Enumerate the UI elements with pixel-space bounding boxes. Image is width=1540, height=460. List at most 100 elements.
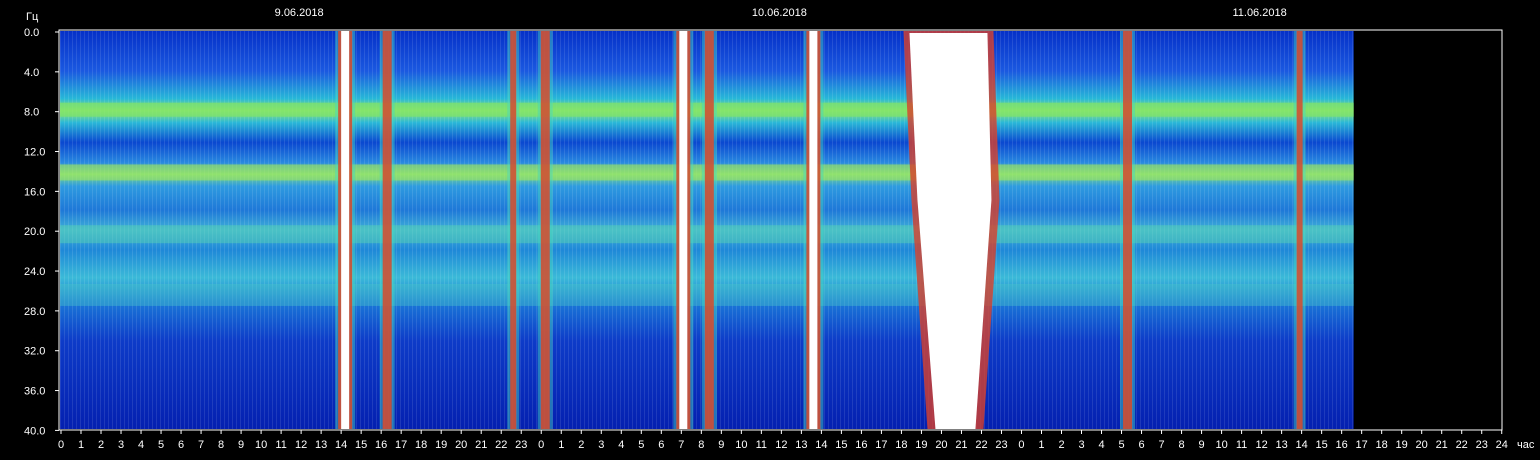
disturbance-core — [341, 31, 350, 429]
x-tick-label: 5 — [158, 439, 164, 451]
y-tick-label: 40.0 — [24, 425, 45, 437]
x-tick-label: 1 — [78, 439, 84, 451]
x-tick-label: 23 — [515, 439, 527, 451]
disturbance-4 — [673, 31, 694, 429]
disturbance-edge — [540, 31, 550, 429]
date-label: 10.06.2018 — [752, 7, 807, 19]
x-tick-label: 16 — [1336, 439, 1348, 451]
x-tick-label: 13 — [315, 439, 327, 451]
x-tick-label: 8 — [1178, 439, 1184, 451]
x-tick-label: 19 — [1396, 439, 1408, 451]
x-tick-label: 0 — [58, 439, 64, 451]
x-tick-label: 14 — [1295, 439, 1307, 451]
x-tick-label: 2 — [98, 439, 104, 451]
x-tick-label: 0 — [1018, 439, 1024, 451]
disturbance-3 — [537, 31, 553, 429]
disturbance-5 — [701, 31, 717, 429]
x-tick-label: 10 — [1215, 439, 1227, 451]
x-tick-label: 11 — [1236, 439, 1247, 451]
disturbance-core — [679, 31, 688, 429]
disturbance-core — [809, 31, 818, 429]
x-tick-label: 20 — [1416, 439, 1428, 451]
x-tick-label: 21 — [1436, 439, 1448, 451]
y-tick-label: 12.0 — [24, 147, 45, 159]
x-tick-label: 1 — [558, 439, 564, 451]
date-label: 11.06.2018 — [1232, 7, 1286, 19]
y-tick-label: 24.0 — [24, 266, 45, 278]
x-tick-label: 12 — [775, 439, 787, 451]
x-tick-label: 3 — [118, 439, 124, 451]
x-tick-label: 24 — [1496, 439, 1508, 451]
x-tick-label: 0 — [538, 439, 544, 451]
y-tick-label: 32.0 — [24, 346, 45, 358]
y-axis-label: Гц — [26, 11, 39, 23]
x-tick-label: 2 — [578, 439, 584, 451]
x-tick-label: 15 — [1316, 439, 1328, 451]
y-tick-label: 28.0 — [24, 306, 45, 318]
y-tick-label: 20.0 — [24, 226, 45, 238]
disturbance-edge — [1123, 31, 1133, 429]
x-tick-label: 3 — [598, 439, 604, 451]
disturbance-edge — [1296, 31, 1303, 429]
disturbance-1 — [379, 31, 395, 429]
x-tick-label: 21 — [955, 439, 967, 451]
disturbance-0 — [335, 31, 356, 429]
x-tick-label: 19 — [435, 439, 447, 451]
disturbance-edge — [704, 31, 714, 429]
x-tick-label: 17 — [395, 439, 407, 451]
x-tick-label: 15 — [835, 439, 847, 451]
x-tick-label: 20 — [455, 439, 467, 451]
x-tick-label: 5 — [638, 439, 644, 451]
x-tick-label: 22 — [975, 439, 987, 451]
x-tick-label: 7 — [678, 439, 684, 451]
x-tick-label: 14 — [335, 439, 347, 451]
x-tick-label: 18 — [895, 439, 907, 451]
x-tick-label: 2 — [1058, 439, 1064, 451]
x-tick-label: 15 — [355, 439, 367, 451]
x-tick-label: 17 — [875, 439, 887, 451]
disturbance-9 — [1293, 31, 1306, 429]
x-tick-label: 13 — [795, 439, 807, 451]
y-tick-label: 4.0 — [24, 67, 39, 79]
x-tick-label: 6 — [1138, 439, 1144, 451]
y-tick-label: 8.0 — [24, 107, 39, 119]
x-tick-label: 22 — [495, 439, 507, 451]
y-tick-label: 36.0 — [24, 386, 45, 398]
spectrogram-chart: 0.0 4.0 8.0 12.0 16.0 20.0 24.0 28.0 32.0 36.0 40.… — [24, 7, 1535, 451]
x-tick-label: 12 — [1255, 439, 1267, 451]
x-tick-label: 18 — [415, 439, 427, 451]
disturbance-edge — [382, 31, 392, 429]
x-tick-label: 14 — [815, 439, 827, 451]
x-tick-label: 7 — [198, 439, 204, 451]
disturbance-6 — [803, 31, 824, 429]
y-tick-label: 16.0 — [24, 186, 45, 198]
x-tick-label: 4 — [618, 439, 624, 451]
x-tick-label: 7 — [1158, 439, 1164, 451]
disturbance-edge — [510, 31, 517, 429]
x-tick-label: 18 — [1376, 439, 1388, 451]
x-tick-label: 6 — [658, 439, 664, 451]
x-tick-label: 4 — [138, 439, 144, 451]
date-label: 9.06.2018 — [275, 7, 324, 19]
x-tick-label: 16 — [375, 439, 387, 451]
x-tick-label: 8 — [218, 439, 224, 451]
x-tick-label: 9 — [718, 439, 724, 451]
x-tick-label: 8 — [698, 439, 704, 451]
x-tick-label: 9 — [238, 439, 244, 451]
x-tick-label: 13 — [1275, 439, 1287, 451]
x-tick-label: 11 — [756, 439, 767, 451]
x-tick-label: 16 — [855, 439, 867, 451]
disturbance-8 — [1120, 31, 1136, 429]
x-tick-label: 22 — [1456, 439, 1468, 451]
y-tick-label: 0.0 — [24, 27, 39, 39]
x-tick-label: 6 — [178, 439, 184, 451]
x-tick-label: 10 — [735, 439, 747, 451]
x-tick-label: 12 — [295, 439, 307, 451]
x-tick-label: 23 — [1476, 439, 1488, 451]
x-tick-label: 19 — [915, 439, 927, 451]
x-tick-label: 9 — [1199, 439, 1205, 451]
x-tick-label: 4 — [1098, 439, 1104, 451]
x-tick-label: 21 — [475, 439, 487, 451]
disturbance-2 — [507, 31, 520, 429]
x-tick-label: 11 — [275, 439, 286, 451]
